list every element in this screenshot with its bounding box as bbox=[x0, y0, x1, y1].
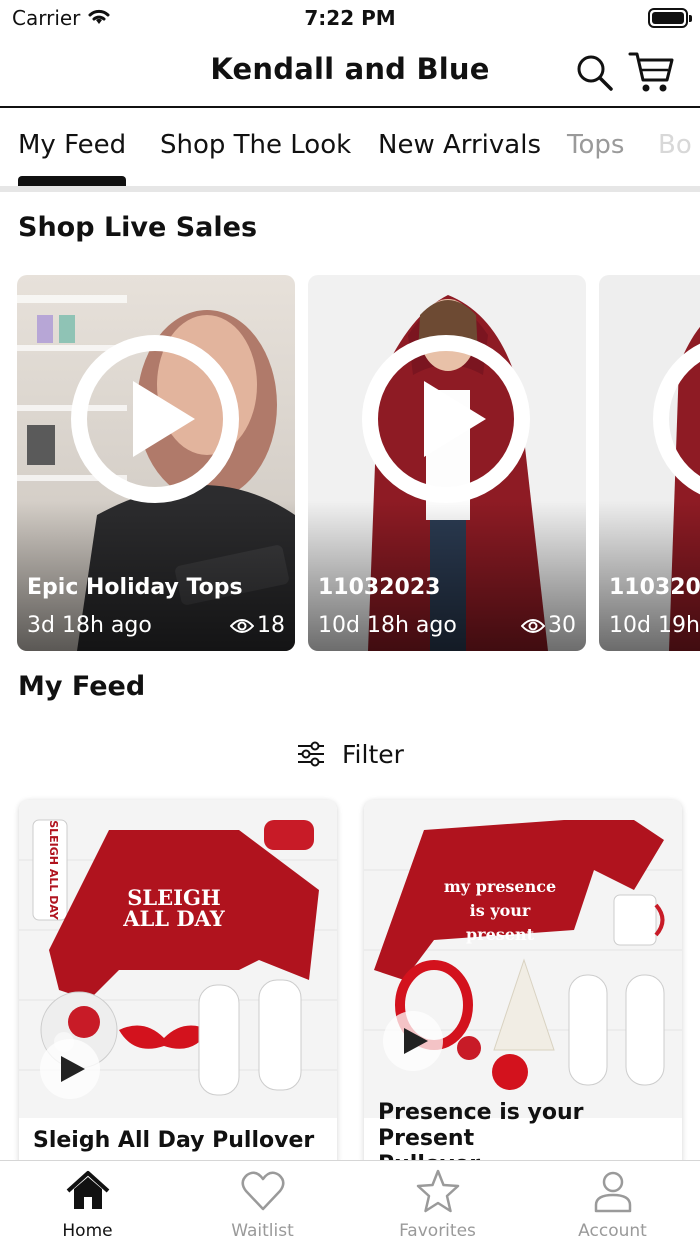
tab-new-arrivals[interactable]: New Arrivals bbox=[378, 130, 541, 160]
product-title[interactable]: Sleigh All Day Pullover bbox=[33, 1128, 314, 1154]
live-sale-time-ago: 10d 19h bbox=[609, 613, 700, 638]
live-sale-card[interactable]: Epic Holiday Tops 3d 18h ago 18 bbox=[17, 275, 295, 651]
shirt-print-line-2: is your bbox=[470, 901, 531, 920]
nav-home[interactable]: Home bbox=[0, 1169, 175, 1241]
play-video-icon[interactable] bbox=[39, 1038, 101, 1100]
bottom-tab-bar: Home Waitlist Favorites Account bbox=[0, 1160, 700, 1244]
live-sale-views: 18 bbox=[230, 613, 285, 638]
live-sale-card[interactable]: 1103202 10d 19h bbox=[599, 275, 700, 651]
live-sale-views: 30 bbox=[521, 613, 576, 638]
shirt-print-line-1: my presence bbox=[444, 877, 556, 896]
status-bar: Carrier 7:22 PM bbox=[0, 0, 700, 36]
play-icon[interactable] bbox=[360, 333, 532, 505]
eye-icon bbox=[521, 618, 545, 633]
view-count: 30 bbox=[548, 613, 576, 638]
play-icon[interactable] bbox=[69, 333, 241, 505]
heart-icon bbox=[241, 1171, 284, 1211]
play-icon[interactable] bbox=[651, 333, 700, 505]
live-sale-card[interactable]: 11032023 10d 18h ago 30 bbox=[308, 275, 586, 651]
shirt-print-line-2: ALL DAY bbox=[122, 906, 226, 931]
cart-icon[interactable] bbox=[628, 50, 674, 94]
live-sales-carousel[interactable]: Epic Holiday Tops 3d 18h ago 18 11032023… bbox=[0, 275, 700, 653]
clock: 7:22 PM bbox=[304, 6, 396, 30]
tab-shop-the-look[interactable]: Shop The Look bbox=[160, 130, 351, 160]
filter-button[interactable]: Filter bbox=[296, 736, 404, 772]
tab-my-feed[interactable]: My Feed bbox=[18, 130, 126, 160]
product-card[interactable]: SLEIGH ALL DAY SLEIGH ALL DAY Sleigh All… bbox=[19, 800, 337, 1170]
product-card[interactable]: my presence is your present Presence is … bbox=[364, 800, 682, 1170]
live-sale-title: Epic Holiday Tops bbox=[27, 575, 243, 600]
feed-heading: My Feed bbox=[18, 671, 146, 702]
tumbler-print: SLEIGH ALL DAY bbox=[47, 820, 60, 921]
shirt-print-line-3: present bbox=[466, 925, 535, 944]
nav-favorites-label: Favorites bbox=[399, 1221, 476, 1241]
active-tab-indicator bbox=[18, 176, 126, 186]
view-count: 18 bbox=[257, 613, 285, 638]
nav-favorites[interactable]: Favorites bbox=[350, 1169, 525, 1241]
nav-waitlist-label: Waitlist bbox=[231, 1221, 294, 1241]
search-icon[interactable] bbox=[574, 52, 614, 92]
nav-account-label: Account bbox=[578, 1221, 647, 1241]
live-sale-time-ago: 3d 18h ago bbox=[27, 613, 152, 638]
live-sale-title: 11032023 bbox=[318, 575, 441, 600]
tab-tops[interactable]: Tops bbox=[567, 130, 624, 160]
app-header: Kendall and Blue bbox=[0, 36, 700, 108]
nav-account[interactable]: Account bbox=[525, 1169, 700, 1241]
live-sales-heading: Shop Live Sales bbox=[18, 212, 258, 243]
person-icon bbox=[594, 1171, 631, 1213]
play-video-icon[interactable] bbox=[382, 1010, 444, 1072]
tabs-divider bbox=[0, 186, 700, 192]
star-icon bbox=[416, 1169, 459, 1213]
battery-icon bbox=[648, 8, 692, 28]
live-sale-title: 1103202 bbox=[609, 575, 700, 600]
sliders-icon bbox=[298, 741, 324, 767]
nav-home-label: Home bbox=[62, 1221, 113, 1241]
nav-waitlist[interactable]: Waitlist bbox=[175, 1169, 350, 1241]
category-tabs: My Feed Shop The Look New Arrivals Tops … bbox=[0, 110, 700, 188]
filter-label: Filter bbox=[342, 739, 404, 769]
tab-bottoms[interactable]: Bo bbox=[658, 130, 692, 160]
product-title-line-1: Presence is your Present bbox=[378, 1100, 584, 1151]
eye-icon bbox=[230, 618, 254, 633]
live-sale-time-ago: 10d 18h ago bbox=[318, 613, 457, 638]
home-icon bbox=[66, 1171, 109, 1209]
